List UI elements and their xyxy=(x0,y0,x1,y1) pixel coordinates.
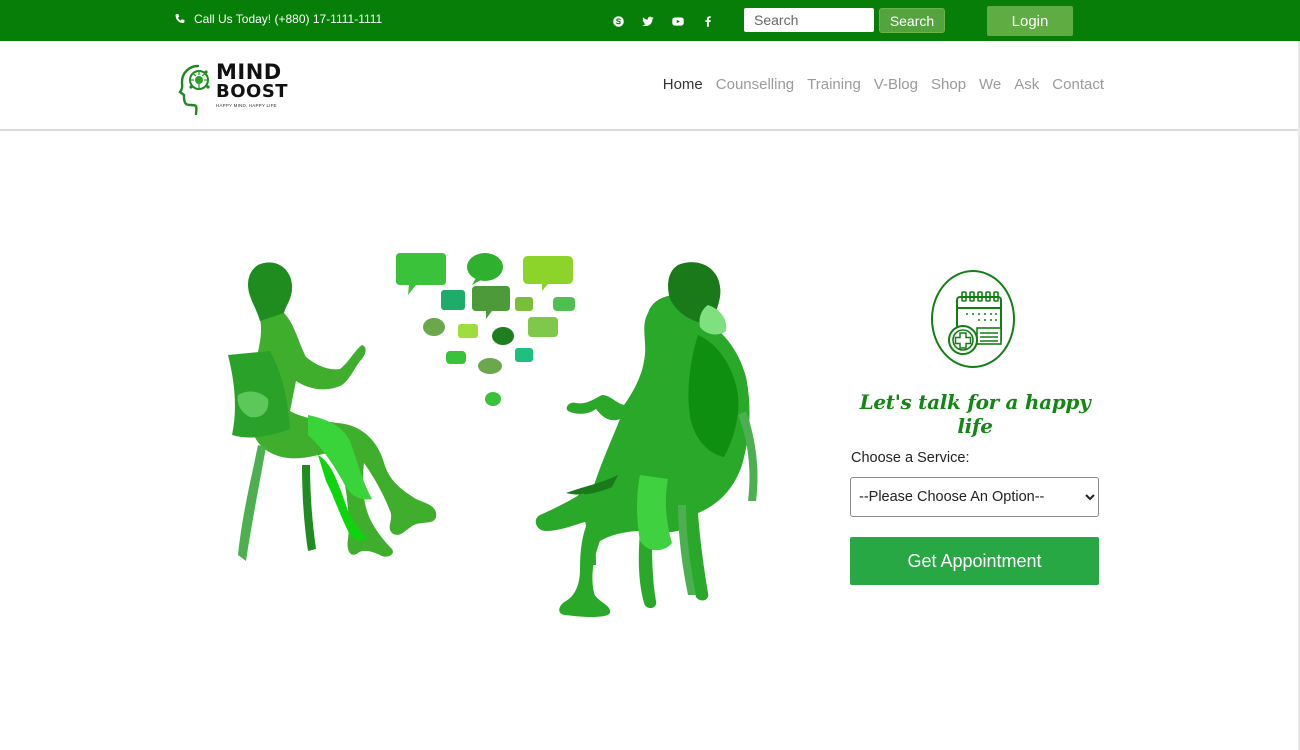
appointment-headline: Let's talk for a happy life xyxy=(859,390,1091,438)
top-bar: Call Us Today! (+880) 17-1111-1111 Searc… xyxy=(0,0,1300,41)
youtube-icon[interactable] xyxy=(670,13,686,29)
speech-bubbles xyxy=(396,253,575,406)
logo-tagline: HAPPY MIND, HAPPY LIFE xyxy=(216,103,277,108)
service-label: Choose a Service: xyxy=(851,450,970,466)
nav-training[interactable]: Training xyxy=(807,76,861,93)
phone-contact[interactable]: Call Us Today! (+880) 17-1111-1111 xyxy=(174,12,382,26)
get-appointment-button[interactable]: Get Appointment xyxy=(850,537,1099,585)
site-logo[interactable]: MIND BOOST HAPPY MIND, HAPPY LIFE xyxy=(176,60,289,115)
woman-silhouette xyxy=(228,262,437,561)
login-button[interactable]: Login xyxy=(987,6,1073,36)
skype-icon[interactable] xyxy=(610,13,626,29)
brain-head-logo-icon xyxy=(178,64,210,115)
twitter-icon[interactable] xyxy=(640,13,656,29)
search-input[interactable] xyxy=(744,8,874,32)
nav-shop[interactable]: Shop xyxy=(931,76,966,93)
service-select[interactable]: --Please Choose An Option-- xyxy=(850,477,1099,517)
primary-nav: Home Counselling Training V-Blog Shop We… xyxy=(663,76,1104,93)
phone-icon xyxy=(175,14,185,24)
nav-v-blog[interactable]: V-Blog xyxy=(874,76,918,93)
social-links xyxy=(610,13,716,29)
counselling-illustration xyxy=(228,253,758,617)
nav-contact[interactable]: Contact xyxy=(1052,76,1104,93)
logo-wordmark: MIND BOOST xyxy=(216,60,289,102)
nav-counselling[interactable]: Counselling xyxy=(716,76,794,93)
phone-text: Call Us Today! (+880) 17-1111-1111 xyxy=(194,12,383,26)
nav-home[interactable]: Home xyxy=(663,76,703,93)
logo-word-boost: BOOST xyxy=(216,81,289,102)
search-button[interactable]: Search xyxy=(879,8,945,33)
calendar-medical-icon xyxy=(931,270,1015,368)
nav-we[interactable]: We xyxy=(979,76,1001,93)
nav-ask[interactable]: Ask xyxy=(1014,76,1039,93)
main-navbar: MIND BOOST HAPPY MIND, HAPPY LIFE Home C… xyxy=(0,41,1300,131)
logo-word-mind: MIND xyxy=(216,60,282,84)
facebook-icon[interactable] xyxy=(700,13,716,29)
man-silhouette xyxy=(535,262,758,617)
